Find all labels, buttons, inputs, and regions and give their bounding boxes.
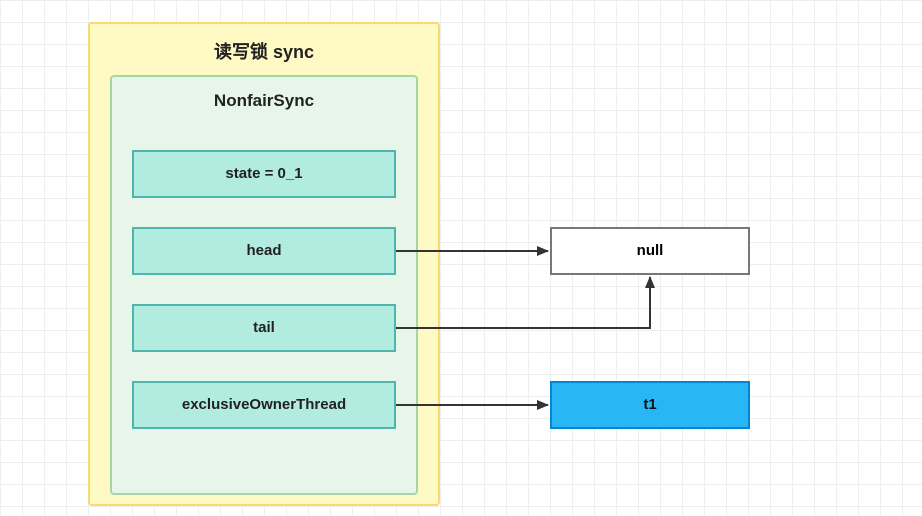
diagram-root: 读写锁 sync NonfairSync state = 0_1 head ta… (0, 0, 922, 516)
node-null: null (550, 227, 750, 275)
field-state: state = 0_1 (132, 150, 396, 198)
nonfairsync-container: NonfairSync (110, 75, 418, 495)
nonfairsync-title: NonfairSync (112, 77, 416, 121)
field-head: head (132, 227, 396, 275)
node-t1: t1 (550, 381, 750, 429)
field-exclusive-owner-thread: exclusiveOwnerThread (132, 381, 396, 429)
sync-title: 读写锁 sync (90, 24, 438, 74)
field-tail: tail (132, 304, 396, 352)
